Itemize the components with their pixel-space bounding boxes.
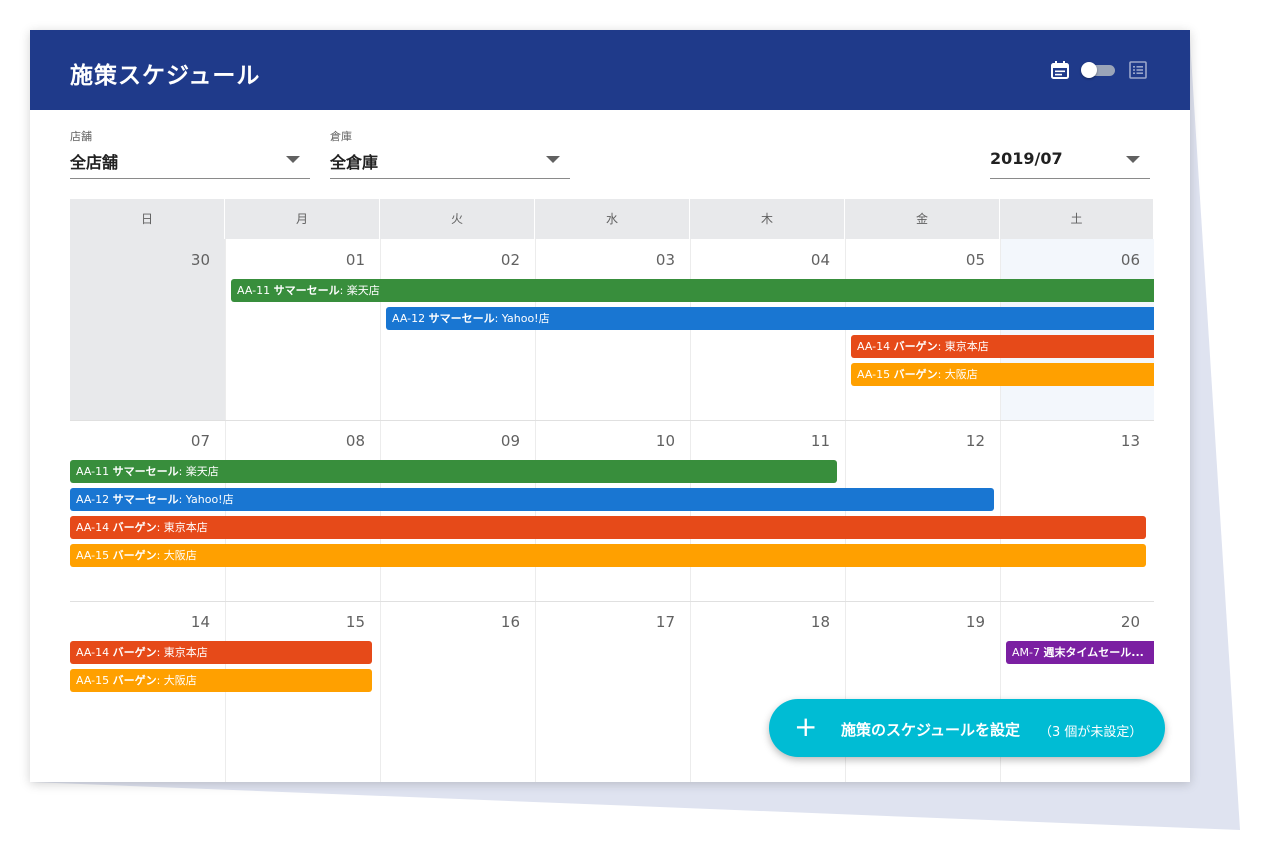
month-select-value: 2019/07: [990, 149, 1063, 168]
event-bar[interactable]: AA-12 サマーセール: Yahoo!店: [70, 488, 994, 511]
day-number[interactable]: 04: [690, 251, 830, 269]
event-place: : 大阪店: [937, 368, 978, 381]
event-code: AA-12: [76, 493, 110, 506]
event-place: : Yahoo!店: [178, 493, 234, 506]
day-number[interactable]: 30: [70, 251, 210, 269]
weekday-header: 月: [225, 199, 380, 239]
event-bar[interactable]: AA-12 サマーセール: Yahoo!店: [386, 307, 1154, 330]
event-code: AA-14: [76, 521, 110, 534]
day-number[interactable]: 05: [845, 251, 985, 269]
store-select-value: 全店舗: [70, 153, 119, 172]
day-number[interactable]: 15: [225, 613, 365, 631]
event-bar[interactable]: AA-14 バーゲン: 東京本店: [70, 516, 1146, 539]
weekday-header: 火: [380, 199, 535, 239]
weekday-header: 日: [70, 199, 225, 239]
view-toggle-switch[interactable]: [1081, 62, 1117, 78]
event-code: AA-11: [237, 284, 271, 297]
event-code: AA-14: [76, 646, 110, 659]
calendar-view-icon[interactable]: [1050, 60, 1070, 80]
event-name: バーゲン: [893, 340, 938, 353]
chevron-down-icon: [286, 156, 300, 163]
toggle-knob: [1081, 62, 1097, 78]
day-number[interactable]: 08: [225, 432, 365, 450]
event-name: バーゲン: [893, 368, 938, 381]
event-bar[interactable]: AA-15 バーゲン: 大阪店: [70, 544, 1146, 567]
event-place: : 東京本店: [156, 521, 208, 534]
event-place: : Yahoo!店: [494, 312, 550, 325]
day-number[interactable]: 07: [70, 432, 210, 450]
warehouse-select-value: 全倉庫: [330, 153, 379, 172]
event-bar[interactable]: AA-15 バーゲン: 大阪店: [851, 363, 1154, 386]
plus-icon: +: [794, 710, 818, 743]
week-divider: [70, 420, 1154, 421]
warehouse-select-label: 倉庫: [330, 130, 352, 143]
event-name: サマーセール: [112, 493, 179, 506]
day-number[interactable]: 06: [1000, 251, 1140, 269]
event-bar[interactable]: AA-11 サマーセール: 楽天店: [70, 460, 837, 483]
event-code: AA-15: [857, 368, 891, 381]
event-code: AA-11: [76, 465, 110, 478]
store-select[interactable]: 店舗 全店舗: [70, 128, 310, 179]
event-name: バーゲン: [112, 646, 157, 659]
store-select-label: 店舗: [70, 130, 92, 143]
app-bar: 施策スケジュール: [30, 30, 1190, 110]
day-number[interactable]: 14: [70, 613, 210, 631]
event-place: : 大阪店: [156, 674, 197, 687]
event-place: : 楽天店: [339, 284, 380, 297]
unset-count-note: （3 個が未設定）: [1039, 725, 1143, 740]
day-number[interactable]: 09: [380, 432, 520, 450]
day-number[interactable]: 12: [845, 432, 985, 450]
weekday-header: 木: [690, 199, 845, 239]
day-number[interactable]: 19: [845, 613, 985, 631]
page-title: 施策スケジュール: [70, 63, 261, 89]
set-schedule-button-label: 施策のスケジュールを設定: [841, 721, 1020, 739]
warehouse-select[interactable]: 倉庫 全倉庫: [330, 128, 570, 179]
day-number[interactable]: 03: [535, 251, 675, 269]
calendar-grid: 日月火水木金土 30 01 02 03 04 05 06 07 08 09 10 11 12 13 14 15 1…: [70, 199, 1154, 782]
chevron-down-icon: [1126, 156, 1140, 163]
event-code: AA-15: [76, 549, 110, 562]
event-place: : 東京本店: [156, 646, 208, 659]
event-name: 週末タイムセール...: [1043, 646, 1144, 659]
event-bar[interactable]: AM-7 週末タイムセール...: [1006, 641, 1154, 664]
day-number[interactable]: 18: [690, 613, 830, 631]
event-name: バーゲン: [112, 674, 157, 687]
day-number[interactable]: 10: [535, 432, 675, 450]
event-place: : 大阪店: [156, 549, 197, 562]
screenshot-stage: 施策スケジュール 店舗 全店舗 倉庫 全倉庫 2019/07 日 月 火 水 木…: [0, 0, 1270, 860]
event-name: サマーセール: [428, 312, 495, 325]
event-bar[interactable]: AA-11 サマーセール: 楽天店: [231, 279, 1154, 302]
day-number[interactable]: 20: [1000, 613, 1140, 631]
weekday-header: 土: [1000, 199, 1154, 239]
day-number[interactable]: 17: [535, 613, 675, 631]
day-number[interactable]: 13: [1000, 432, 1140, 450]
event-name: サマーセール: [112, 465, 179, 478]
set-schedule-button[interactable]: + 施策のスケジュールを設定 （3 個が未設定）: [769, 699, 1165, 757]
event-name: サマーセール: [273, 284, 340, 297]
event-name: バーゲン: [112, 521, 157, 534]
event-bar[interactable]: AA-15 バーゲン: 大阪店: [70, 669, 372, 692]
event-code: AA-15: [76, 674, 110, 687]
event-bar[interactable]: AA-14 バーゲン: 東京本店: [70, 641, 372, 664]
weekday-header: 水: [535, 199, 690, 239]
schedule-card: 施策スケジュール 店舗 全店舗 倉庫 全倉庫 2019/07 日 月 火 水 木…: [30, 30, 1190, 782]
weekday-header: 金: [845, 199, 1000, 239]
event-place: : 東京本店: [937, 340, 989, 353]
day-number[interactable]: 01: [225, 251, 365, 269]
event-code: AA-12: [392, 312, 426, 325]
day-number[interactable]: 16: [380, 613, 520, 631]
event-bar[interactable]: AA-14 バーゲン: 東京本店: [851, 335, 1154, 358]
chevron-down-icon: [546, 156, 560, 163]
month-select[interactable]: 2019/07: [990, 128, 1150, 179]
week-divider: [70, 601, 1154, 602]
day-number[interactable]: 11: [690, 432, 830, 450]
event-code: AA-14: [857, 340, 891, 353]
event-name: バーゲン: [112, 549, 157, 562]
day-number[interactable]: 02: [380, 251, 520, 269]
event-code: AM-7: [1012, 646, 1040, 659]
event-place: : 楽天店: [178, 465, 219, 478]
list-view-icon[interactable]: [1128, 60, 1148, 80]
